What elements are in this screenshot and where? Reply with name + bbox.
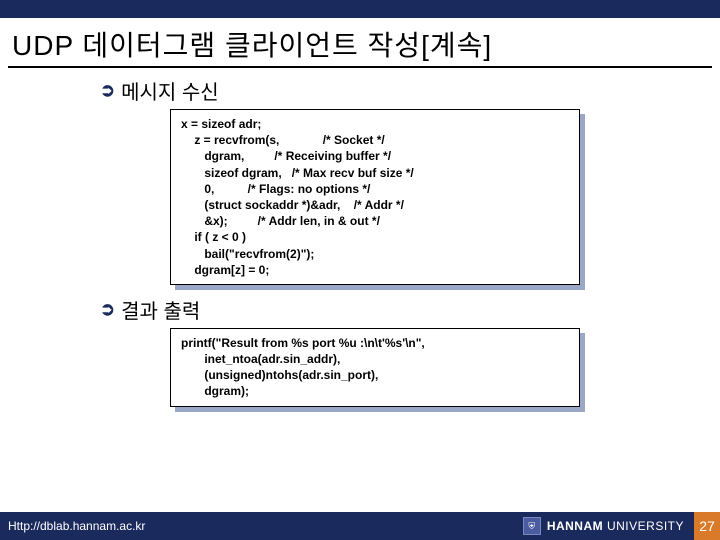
university-name: HANNAM UNIVERSITY — [547, 519, 684, 533]
bullet-output: ➲ 결과 출력 — [100, 295, 650, 324]
code-block-output: printf("Result from %s port %u :\n\t'%s'… — [170, 328, 580, 407]
arrow-right-icon: ➲ — [100, 299, 115, 320]
university-rest: UNIVERSITY — [603, 519, 684, 533]
footer-bar: Http://dblab.hannam.ac.kr ⛨ HANNAM UNIVE… — [0, 512, 720, 540]
university-logo-icon: ⛨ — [523, 517, 541, 535]
footer-url: Http://dblab.hannam.ac.kr — [8, 519, 145, 533]
code-receive: x = sizeof adr; z = recvfrom(s, /* Socke… — [170, 109, 580, 285]
arrow-right-icon: ➲ — [100, 80, 115, 101]
bullet-output-label: 결과 출력 — [121, 295, 200, 324]
content-area: ➲ 메시지 수신 x = sizeof adr; z = recvfrom(s,… — [0, 76, 720, 407]
code-output: printf("Result from %s port %u :\n\t'%s'… — [170, 328, 580, 407]
code-block-receive: x = sizeof adr; z = recvfrom(s, /* Socke… — [170, 109, 580, 285]
slide-title: UDP 데이터그램 클라이언트 작성[계속] — [0, 18, 720, 66]
bullet-receive-label: 메시지 수신 — [121, 76, 219, 105]
footer-right: ⛨ HANNAM UNIVERSITY 27 — [523, 512, 710, 540]
bullet-receive: ➲ 메시지 수신 — [100, 76, 650, 105]
title-underline — [8, 66, 712, 68]
university-bold: HANNAM — [547, 519, 603, 533]
page-number: 27 — [694, 512, 720, 540]
header-bar — [0, 0, 720, 18]
